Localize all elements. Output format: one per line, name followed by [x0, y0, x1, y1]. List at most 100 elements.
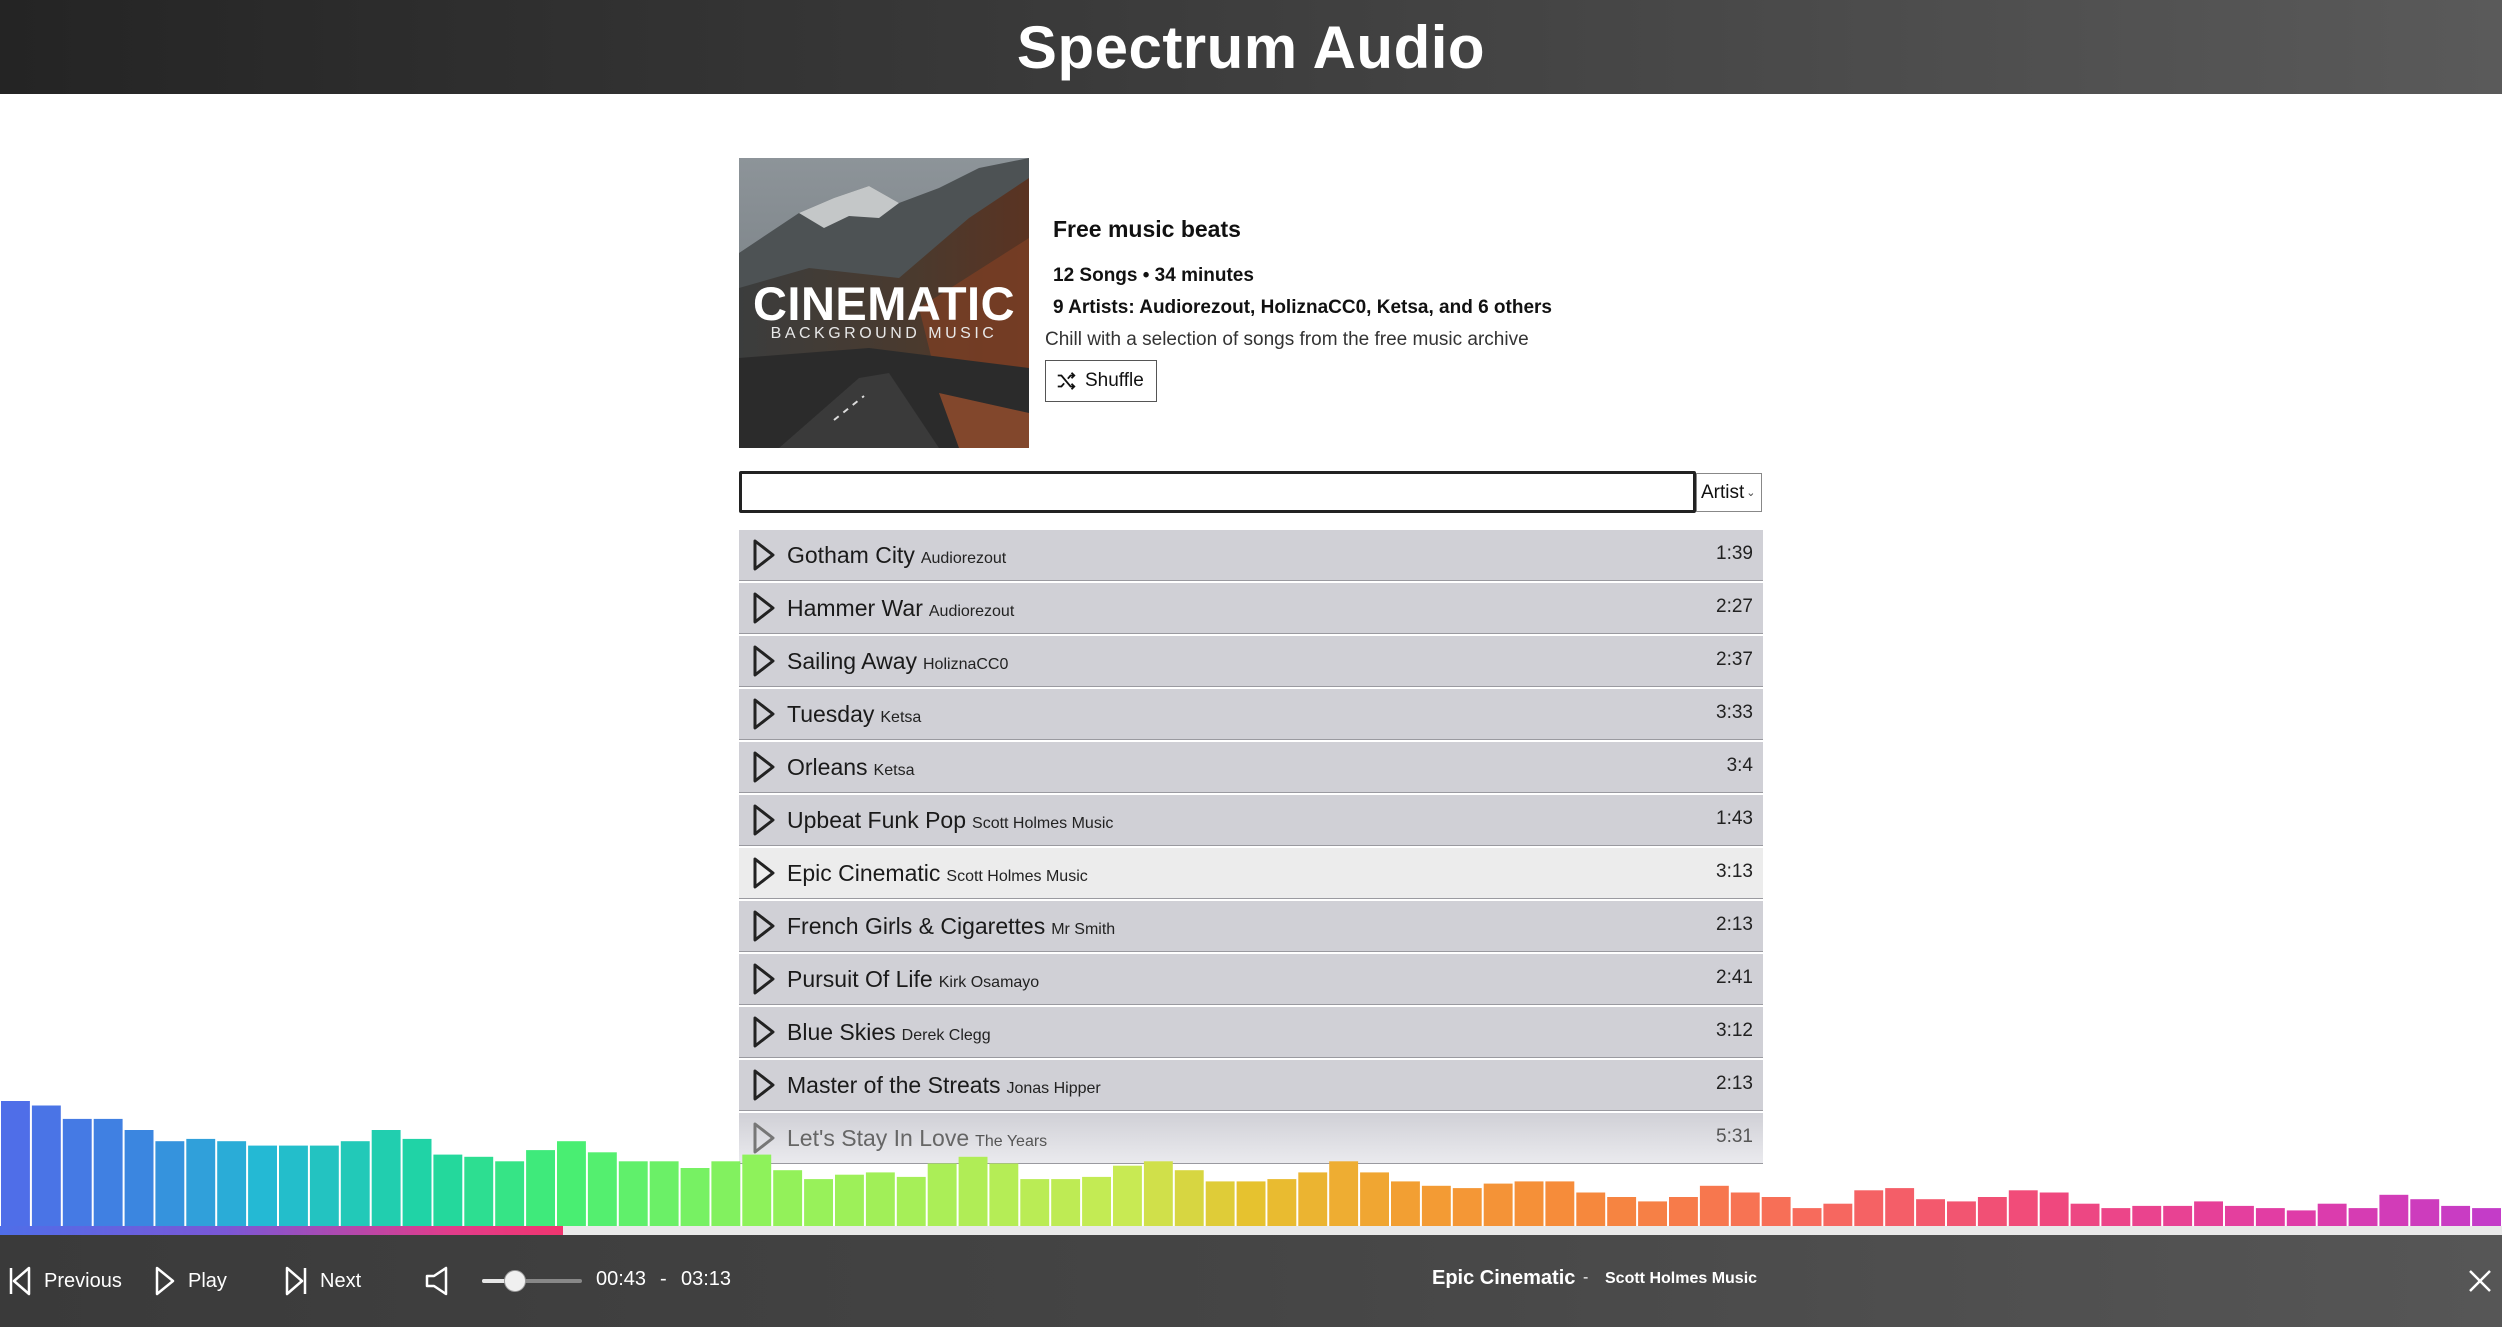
spectrum-bar: [1391, 1181, 1420, 1226]
shuffle-label: Shuffle: [1085, 370, 1144, 391]
track-duration: 2:13: [1716, 1073, 1753, 1094]
shuffle-icon: [1057, 372, 1076, 390]
spectrum-bar: [1174, 1170, 1204, 1226]
spectrum-bar: [1298, 1172, 1328, 1226]
track-row[interactable]: Upbeat Funk Pop Scott Holmes Music 1:43: [739, 795, 1763, 846]
seek-bar[interactable]: [0, 1226, 2502, 1235]
spectrum-bar: [989, 1163, 1019, 1226]
spectrum-bar: [2317, 1203, 2347, 1226]
track-title-text: Orleans: [787, 754, 868, 780]
track-artist: Jonas Hipper: [1006, 1080, 1101, 1097]
previous-button[interactable]: Previous: [8, 1235, 122, 1327]
spectrum-bar: [2255, 1208, 2285, 1226]
track-title-text: French Girls & Cigarettes: [787, 913, 1046, 939]
spectrum-bar: [2194, 1201, 2223, 1226]
track-duration: 3:13: [1716, 861, 1753, 882]
track-row[interactable]: Blue Skies Derek Clegg 3:12: [739, 1007, 1763, 1058]
track-title: Tuesday Ketsa: [787, 701, 921, 728]
track-title: Sailing Away HoliznaCC0: [787, 648, 1008, 675]
spectrum-bar: [2070, 1203, 2100, 1226]
spectrum-bar: [1421, 1185, 1451, 1226]
track-row[interactable]: Pursuit Of Life Kirk Osamayo 2:41: [739, 954, 1763, 1005]
spectrum-bar: [1638, 1201, 1667, 1226]
track-duration: 3:4: [1726, 755, 1753, 776]
spectrum-bar: [1699, 1185, 1729, 1226]
play-icon[interactable]: [751, 749, 777, 785]
cover-subtitle: BACKGROUND MUSIC: [770, 325, 998, 342]
current-time: 00:43: [596, 1268, 647, 1290]
track-title-text: Gotham City: [787, 542, 915, 568]
spectrum-bar: [618, 1161, 648, 1226]
play-icon[interactable]: [751, 1067, 777, 1103]
play-icon[interactable]: [751, 961, 777, 997]
play-icon[interactable]: [751, 855, 777, 891]
spectrum-bar: [1977, 1197, 2007, 1226]
spectrum-bar: [2132, 1205, 2162, 1226]
play-icon[interactable]: [751, 1014, 777, 1050]
shuffle-button[interactable]: Shuffle: [1045, 360, 1157, 402]
track-artist: Audiorezout: [928, 603, 1015, 620]
play-icon[interactable]: [751, 537, 777, 573]
spectrum-bar: [2039, 1192, 2069, 1226]
cover-title: CINEMATIC: [752, 277, 1016, 330]
track-title-text: Upbeat Funk Pop: [787, 807, 967, 833]
spectrum-bar: [495, 1161, 525, 1226]
track-title: Epic Cinematic Scott Holmes Music: [787, 860, 1088, 887]
track-row[interactable]: Gotham City Audiorezout 1:39: [739, 530, 1763, 581]
track-artist: Ketsa: [880, 709, 922, 726]
filter-select[interactable]: Artist ⌄: [1696, 473, 1762, 512]
spectrum-bar: [464, 1156, 494, 1226]
volume-slider[interactable]: [482, 1270, 582, 1292]
play-icon[interactable]: [751, 590, 777, 626]
spectrum-bar: [1267, 1179, 1297, 1226]
spectrum-bar: [340, 1141, 370, 1226]
mute-button[interactable]: [424, 1235, 466, 1327]
track-duration: 3:12: [1716, 1020, 1753, 1041]
spectrum-bar: [1854, 1190, 1884, 1226]
spectrum-bar: [2101, 1208, 2131, 1226]
filter-select-value: Artist: [1701, 481, 1745, 503]
skip-next-icon: [285, 1266, 307, 1296]
track-row[interactable]: Hammer War Audiorezout 2:27: [739, 583, 1763, 634]
spectrum-bar: [2410, 1199, 2440, 1226]
play-icon: [155, 1266, 175, 1296]
next-button[interactable]: Next: [284, 1235, 361, 1327]
spectrum-bar: [557, 1141, 586, 1226]
album-stats: 12 Songs • 34 minutes: [1053, 265, 1254, 286]
track-artist: Audiorezout: [920, 550, 1007, 567]
track-row[interactable]: Sailing Away HoliznaCC0 2:37: [739, 636, 1763, 687]
play-button[interactable]: Play: [154, 1235, 227, 1327]
spectrum-bar: [1885, 1188, 1915, 1226]
spectrum-bar: [248, 1145, 277, 1226]
spectrum-bar: [2286, 1210, 2316, 1226]
track-duration: 2:37: [1716, 649, 1753, 670]
album-artists: 9 Artists: Audiorezout, HoliznaCC0, Kets…: [1053, 297, 1553, 318]
track-row[interactable]: Epic Cinematic Scott Holmes Music 3:13: [739, 848, 1763, 899]
track-title-text: Epic Cinematic: [787, 860, 941, 886]
spectrum-bar: [1545, 1181, 1575, 1226]
track-title: Master of the Streats Jonas Hipper: [787, 1072, 1101, 1099]
spectrum-bar: [371, 1130, 401, 1226]
play-icon[interactable]: [751, 696, 777, 732]
spectrum-bar: [31, 1105, 61, 1226]
spectrum-bar: [587, 1152, 617, 1226]
volume-slider-handle[interactable]: [504, 1270, 526, 1292]
play-icon[interactable]: [751, 643, 777, 679]
search-input[interactable]: [739, 471, 1696, 513]
spectrum-bar: [2008, 1190, 2038, 1226]
previous-label: Previous: [44, 1269, 122, 1292]
track-artist: Scott Holmes Music: [972, 815, 1114, 832]
track-duration: 2:27: [1716, 596, 1753, 617]
spectrum-bar: [958, 1156, 988, 1226]
track-row[interactable]: Tuesday Ketsa 3:33: [739, 689, 1763, 740]
track-duration: 2:41: [1716, 967, 1753, 988]
track-row[interactable]: Orleans Ketsa 3:4: [739, 742, 1763, 793]
play-icon[interactable]: [751, 908, 777, 944]
play-icon[interactable]: [751, 802, 777, 838]
track-artist: HoliznaCC0: [923, 656, 1009, 673]
spectrum-bar: [1020, 1179, 1050, 1226]
spectrum-bar: [2379, 1194, 2409, 1226]
track-artist: Scott Holmes Music: [946, 868, 1088, 885]
close-icon[interactable]: [2467, 1268, 2493, 1294]
track-row[interactable]: French Girls & Cigarettes Mr Smith 2:13: [739, 901, 1763, 952]
